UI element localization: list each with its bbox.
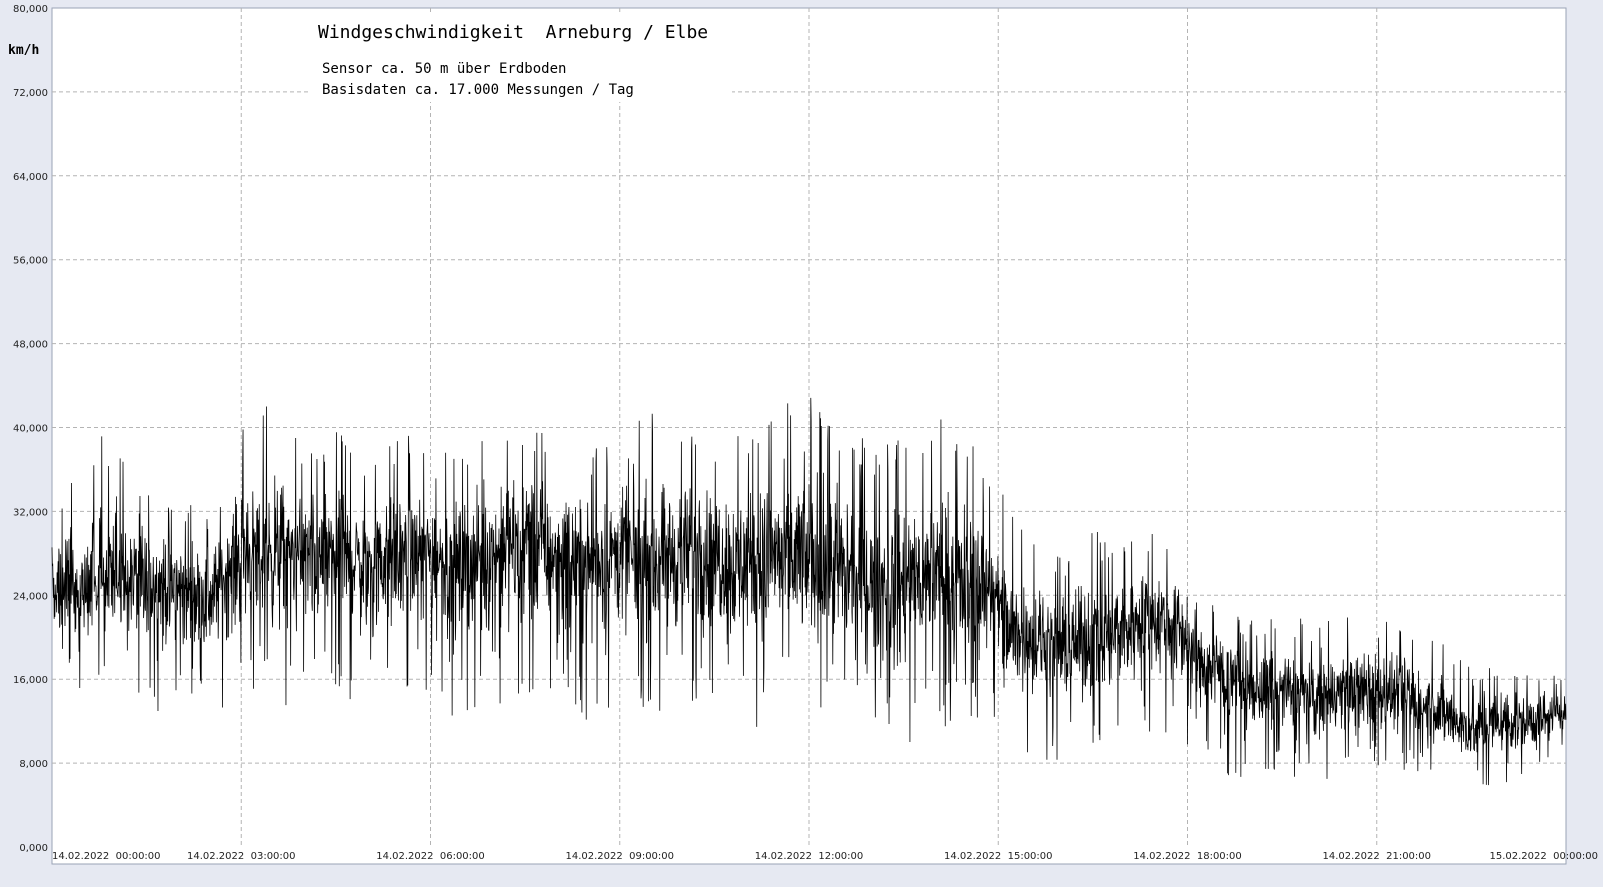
x-tick-labels: 14.02.2022 00:00:00 14.02.2022 03:00:00 14… xyxy=(52,851,1598,862)
wind-speed-chart: 0,000 8,000 16,000 24,000 32,000 40,000 48,000… xyxy=(0,0,1603,887)
y-tick-label: 48,000 xyxy=(13,340,48,351)
y-tick-label: 0,000 xyxy=(19,843,48,854)
chart-subtitle-2: Basisdaten ca. 17.000 Messungen / Tag xyxy=(322,82,634,98)
x-tick-label: 15.02.2022 00:00:00 xyxy=(1489,851,1598,862)
x-tick-label: 14.02.2022 06:00:00 xyxy=(376,851,485,862)
y-axis-label: km/h xyxy=(8,43,39,58)
y-tick-label: 40,000 xyxy=(13,424,48,435)
x-tick-label: 14.02.2022 00:00:00 xyxy=(52,851,161,862)
y-tick-label: 80,000 xyxy=(13,4,48,15)
chart-title: Windgeschwindigkeit Arneburg / Elbe xyxy=(318,22,708,43)
x-tick-label: 14.02.2022 15:00:00 xyxy=(944,851,1053,862)
y-tick-label: 56,000 xyxy=(13,256,48,267)
x-tick-label: 14.02.2022 03:00:00 xyxy=(187,851,296,862)
y-tick-label: 72,000 xyxy=(13,88,48,99)
y-tick-label: 32,000 xyxy=(13,507,48,518)
x-tick-label: 14.02.2022 09:00:00 xyxy=(565,851,674,862)
y-tick-label: 24,000 xyxy=(13,591,48,602)
y-tick-label: 16,000 xyxy=(13,675,48,686)
x-tick-label: 14.02.2022 12:00:00 xyxy=(755,851,864,862)
y-tick-labels: 0,000 8,000 16,000 24,000 32,000 40,000 48,000… xyxy=(13,4,48,854)
y-tick-label: 64,000 xyxy=(13,172,48,183)
x-tick-label: 14.02.2022 18:00:00 xyxy=(1133,851,1242,862)
x-tick-label: 14.02.2022 21:00:00 xyxy=(1322,851,1431,862)
y-tick-label: 8,000 xyxy=(19,759,48,770)
chart-subtitle-1: Sensor ca. 50 m über Erdboden xyxy=(322,61,566,77)
